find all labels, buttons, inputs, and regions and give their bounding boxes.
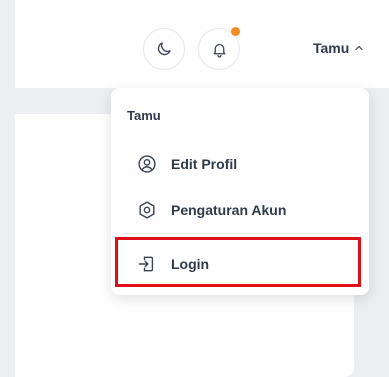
user-circle-icon <box>137 154 157 174</box>
moon-icon <box>155 40 173 58</box>
user-menu-toggle[interactable]: Tamu <box>313 38 365 58</box>
notification-badge <box>231 27 240 36</box>
menu-divider <box>123 233 359 234</box>
menu-item-account-settings[interactable]: Pengaturan Akun <box>137 198 286 222</box>
menu-item-label: Edit Profil <box>171 156 238 172</box>
login-highlight-box <box>115 237 361 287</box>
theme-toggle-button[interactable] <box>143 28 185 70</box>
chevron-up-icon <box>353 42 365 54</box>
menu-item-label: Pengaturan Akun <box>171 202 287 218</box>
bell-icon <box>211 41 228 58</box>
dropdown-title: Tamu <box>127 108 161 123</box>
gear-icon <box>137 200 157 220</box>
user-name: Tamu <box>313 40 350 56</box>
menu-item-edit-profile[interactable]: Edit Profil <box>137 152 237 176</box>
